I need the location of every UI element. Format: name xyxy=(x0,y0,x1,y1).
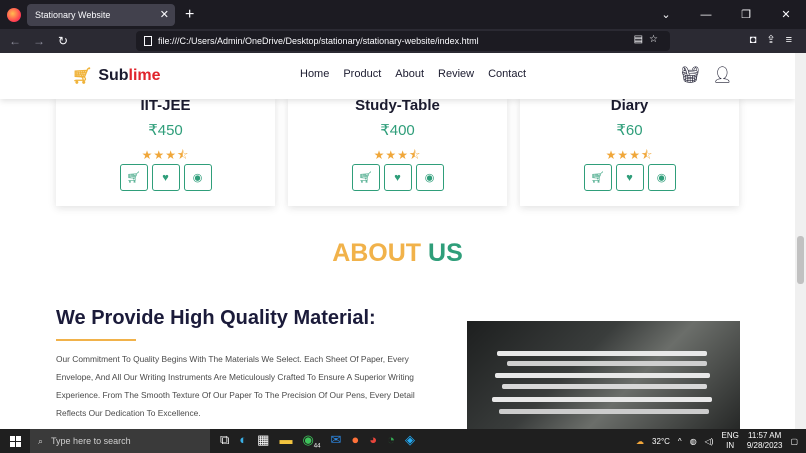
chrome-alt-icon[interactable]: ◔ xyxy=(387,432,395,450)
wishlist-heart-button[interactable]: ♥ xyxy=(383,164,412,191)
whatsapp-icon[interactable]: ◉44 xyxy=(302,432,320,450)
add-to-cart-button[interactable]: 🛒︎ xyxy=(351,164,380,191)
main-nav: Home Product About Review Contact xyxy=(300,68,526,80)
product-card: IIT-JEE ₹450 ★★★⯪ 🛒︎ ♥ ◉ xyxy=(56,97,275,206)
binders-photo xyxy=(467,321,740,429)
edge-icon[interactable]: ◐ xyxy=(239,432,247,450)
wishlist-heart-button[interactable]: ♥ xyxy=(615,164,644,191)
windows-start-icon[interactable] xyxy=(0,429,30,453)
forward-icon[interactable]: → xyxy=(27,34,51,48)
window-controls: ⌄ — ❐ ✕ xyxy=(646,0,806,29)
nav-contact[interactable]: Contact xyxy=(488,68,526,80)
page-viewport: 🛒︎ Sub lime Home Product About Review Co… xyxy=(0,53,795,429)
lang-region: IN xyxy=(726,441,735,450)
firefox-icon xyxy=(7,7,21,22)
toolbar-extension-icons[interactable]: ◘⇪≡ xyxy=(750,33,802,46)
site-header: 🛒︎ Sub lime Home Product About Review Co… xyxy=(0,53,795,99)
weather-temp[interactable]: 32°C xyxy=(652,437,670,446)
heading-underline xyxy=(56,339,136,341)
url-bar[interactable]: file:///C:/Users/Admin/OneDrive/Desktop/… xyxy=(136,31,670,51)
view-eye-button[interactable]: ◉ xyxy=(183,164,212,191)
taskbar-apps: ⧉ ◐ ▦ ▬ ◉44 ✉ ● ◕ ◔ ◈ xyxy=(220,432,415,450)
browser-toolbar: ← → ↻ file:///C:/Users/Admin/OneDrive/De… xyxy=(0,29,806,53)
minimize-icon[interactable]: — xyxy=(686,9,726,21)
reader-bookmark-icons[interactable]: ▤☆ xyxy=(634,34,664,45)
product-price: ₹450 xyxy=(148,122,183,139)
about-paragraph: Our Commitment To Quality Begins With Th… xyxy=(56,354,415,418)
lang-code: ENG xyxy=(721,431,739,440)
product-name: Study-Table xyxy=(355,97,440,114)
browser-tab[interactable]: Stationary Website ✕ xyxy=(27,3,175,26)
wishlist-heart-button[interactable]: ♥ xyxy=(151,164,180,191)
nav-review[interactable]: Review xyxy=(438,68,474,80)
weather-icon[interactable]: ☁ xyxy=(636,437,644,446)
file-explorer-icon[interactable]: ▬ xyxy=(279,432,292,450)
reload-icon[interactable]: ↻ xyxy=(51,34,75,48)
close-tab-icon[interactable]: ✕ xyxy=(160,8,169,21)
taskbar-search[interactable]: ⌕ Type here to search xyxy=(30,429,210,453)
task-view-icon[interactable]: ⧉ xyxy=(220,432,229,450)
view-eye-button[interactable]: ◉ xyxy=(415,164,444,191)
about-title-us: US xyxy=(428,239,463,267)
basket-icon[interactable]: 🧺︎ xyxy=(680,65,700,85)
product-price: ₹400 xyxy=(380,122,415,139)
user-icon[interactable]: 👤︎ xyxy=(712,65,732,85)
system-tray: ☁ 32°C ^ ◍ ◁) ENG IN 11:57 AM 9/28/2023 … xyxy=(636,429,798,453)
product-name: IIT-JEE xyxy=(140,97,191,114)
tab-title: Stationary Website xyxy=(35,9,111,20)
clock[interactable]: 11:57 AM 9/28/2023 xyxy=(747,431,783,451)
notifications-icon[interactable]: ▢ xyxy=(790,437,798,446)
cart-icon: 🛒︎ xyxy=(72,68,93,85)
product-card: Study-Table ₹400 ★★★⯪ 🛒︎ ♥ ◉ xyxy=(288,97,507,206)
network-icon[interactable]: ◍ xyxy=(690,437,697,446)
mail-icon[interactable]: ✉ xyxy=(330,432,341,450)
logo-text-sub: Sub xyxy=(98,67,129,84)
nav-product[interactable]: Product xyxy=(343,68,381,80)
about-heading: We Provide High Quality Material: xyxy=(56,307,376,329)
search-placeholder: Type here to search xyxy=(51,436,131,446)
chrome-icon[interactable]: ◕ xyxy=(369,432,377,450)
restore-icon[interactable]: ❐ xyxy=(726,8,766,21)
clock-time: 11:57 AM xyxy=(748,431,782,440)
page-scrollbar[interactable] xyxy=(795,53,806,429)
header-icons: 🧺︎ 👤︎ xyxy=(680,65,733,85)
new-tab-icon[interactable]: + xyxy=(185,6,194,24)
chevron-down-icon[interactable]: ⌄ xyxy=(646,8,686,21)
product-price: ₹60 xyxy=(616,122,643,139)
nav-about[interactable]: About xyxy=(395,68,424,80)
tray-chevron-icon[interactable]: ^ xyxy=(678,437,682,446)
logo-text-lime: lime xyxy=(128,67,161,84)
windows-taskbar: ⌕ Type here to search ⧉ ◐ ▦ ▬ ◉44 ✉ ● ◕ … xyxy=(0,429,806,453)
product-card: Diary ₹60 ★★★⯪ 🛒︎ ♥ ◉ xyxy=(520,97,739,206)
page-icon xyxy=(144,36,152,46)
site-logo[interactable]: 🛒︎ Sub lime xyxy=(72,66,161,86)
search-icon: ⌕ xyxy=(38,435,44,446)
nav-home[interactable]: Home xyxy=(300,68,329,80)
store-icon[interactable]: ▦ xyxy=(257,432,269,450)
language-indicator[interactable]: ENG IN xyxy=(722,431,739,451)
add-to-cart-button[interactable]: 🛒︎ xyxy=(119,164,148,191)
browser-tab-bar: Stationary Website ✕ + ⌄ — ❐ ✕ xyxy=(0,0,806,29)
firefox-taskbar-icon[interactable]: ● xyxy=(351,432,359,450)
url-text: file:///C:/Users/Admin/OneDrive/Desktop/… xyxy=(158,36,479,46)
vscode-icon[interactable]: ◈ xyxy=(405,432,415,450)
volume-icon[interactable]: ◁) xyxy=(705,437,714,446)
about-title-about: ABOUT xyxy=(332,239,422,267)
close-window-icon[interactable]: ✕ xyxy=(766,8,806,21)
clock-date: 9/28/2023 xyxy=(746,441,783,450)
add-to-cart-button[interactable]: 🛒︎ xyxy=(583,164,612,191)
back-icon[interactable]: ← xyxy=(3,34,27,48)
whatsapp-badge: 44 xyxy=(313,443,321,450)
product-name: Diary xyxy=(610,97,649,114)
view-eye-button[interactable]: ◉ xyxy=(647,164,676,191)
about-section-title: ABOUT US xyxy=(0,239,795,268)
